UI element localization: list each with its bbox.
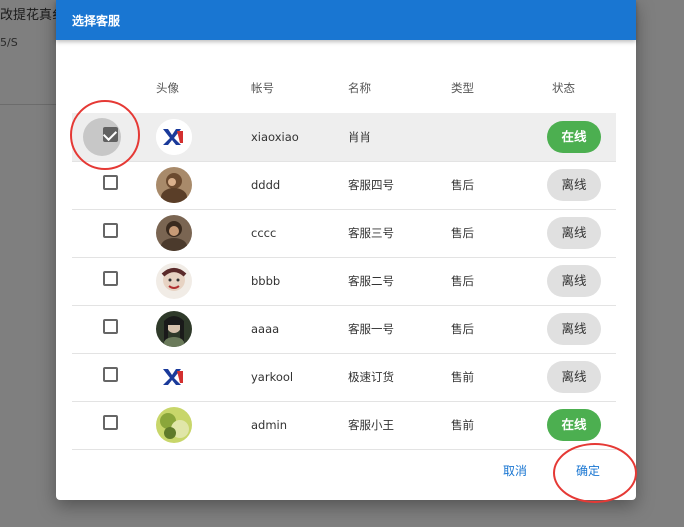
background-subtext: 5/S bbox=[0, 36, 18, 49]
column-header-account: 帐号 bbox=[251, 81, 274, 95]
table-row[interactable]: admin 客服小王 售前 在线 bbox=[72, 401, 616, 450]
table-row[interactable]: yarkool 极速订货 售前 离线 bbox=[72, 353, 616, 402]
name-cell: 极速订货 bbox=[348, 370, 394, 384]
status-offline-button[interactable]: 离线 bbox=[547, 265, 601, 297]
row-checkbox-checked[interactable] bbox=[102, 126, 118, 142]
account-cell: yarkool bbox=[251, 370, 294, 384]
column-header-avatar: 头像 bbox=[156, 81, 179, 95]
name-cell: 客服四号 bbox=[348, 178, 394, 192]
row-checkbox[interactable] bbox=[103, 271, 118, 286]
row-checkbox[interactable] bbox=[103, 319, 118, 334]
status-offline-button[interactable]: 离线 bbox=[547, 313, 601, 345]
avatar bbox=[156, 167, 192, 203]
cancel-button[interactable]: 取消 bbox=[503, 462, 527, 479]
column-header-name: 名称 bbox=[348, 81, 371, 95]
row-checkbox[interactable] bbox=[103, 415, 118, 430]
account-cell: cccc bbox=[251, 226, 277, 240]
name-cell: 客服三号 bbox=[348, 226, 394, 240]
row-checkbox[interactable] bbox=[103, 223, 118, 238]
dialog-title: 选择客服 bbox=[72, 13, 121, 28]
avatar bbox=[156, 359, 192, 395]
status-offline-button[interactable]: 离线 bbox=[547, 169, 601, 201]
check-icon bbox=[102, 126, 118, 142]
type-cell: 售后 bbox=[451, 274, 474, 288]
avatar bbox=[156, 119, 192, 155]
row-checkbox[interactable] bbox=[103, 367, 118, 382]
table-row[interactable]: aaaa 客服一号 售后 离线 bbox=[72, 305, 616, 354]
status-online-button[interactable]: 在线 bbox=[547, 409, 601, 441]
select-agent-dialog: 选择客服 头像 帐号 名称 类型 状态 xiaoxiao 肖肖 在线 dddd 客服四号… bbox=[56, 0, 636, 500]
status-online-button[interactable]: 在线 bbox=[547, 121, 601, 153]
table-row[interactable]: bbbb 客服二号 售后 离线 bbox=[72, 257, 616, 306]
type-cell: 售前 bbox=[451, 418, 474, 432]
type-cell: 售后 bbox=[451, 178, 474, 192]
background-divider bbox=[0, 104, 56, 105]
table-row[interactable]: dddd 客服四号 售后 离线 bbox=[72, 161, 616, 210]
avatar bbox=[156, 407, 192, 443]
account-cell: xiaoxiao bbox=[251, 130, 299, 144]
dialog-header: 选择客服 bbox=[56, 0, 636, 40]
type-cell: 售前 bbox=[451, 370, 474, 384]
account-cell: aaaa bbox=[251, 322, 280, 336]
status-offline-button[interactable]: 离线 bbox=[547, 217, 601, 249]
type-cell: 售后 bbox=[451, 226, 474, 240]
column-header-status: 状态 bbox=[552, 81, 575, 95]
name-cell: 客服二号 bbox=[348, 274, 394, 288]
type-cell: 售后 bbox=[451, 322, 474, 336]
row-checkbox[interactable] bbox=[103, 175, 118, 190]
column-header-type: 类型 bbox=[451, 81, 474, 95]
account-cell: dddd bbox=[251, 178, 281, 192]
name-cell: 客服小王 bbox=[348, 418, 394, 432]
account-cell: bbbb bbox=[251, 274, 281, 288]
table-row[interactable]: cccc 客服三号 售后 离线 bbox=[72, 209, 616, 258]
account-cell: admin bbox=[251, 418, 288, 432]
avatar bbox=[156, 263, 192, 299]
status-offline-button[interactable]: 离线 bbox=[547, 361, 601, 393]
name-cell: 客服一号 bbox=[348, 322, 394, 336]
avatar bbox=[156, 311, 192, 347]
confirm-button[interactable]: 确定 bbox=[576, 462, 600, 479]
avatar bbox=[156, 215, 192, 251]
table-row[interactable]: xiaoxiao 肖肖 在线 bbox=[72, 113, 616, 162]
name-cell: 肖肖 bbox=[348, 130, 371, 144]
